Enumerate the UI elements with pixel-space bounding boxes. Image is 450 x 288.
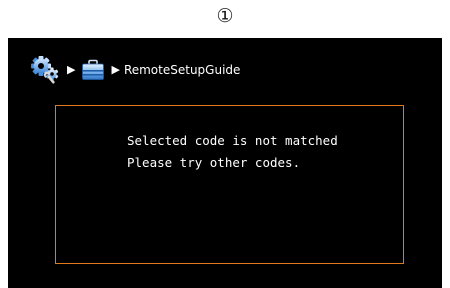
breadcrumb-arrow-icon: ▶ <box>111 63 120 76</box>
dialog-message-line-1: Selected code is not matched <box>127 133 338 148</box>
message-dialog: Selected code is not matched Please try … <box>55 105 404 264</box>
dialog-message-line-2: Please try other codes. <box>127 155 301 170</box>
tv-screen: ▶ ▶ RemoteSetupGuide Selected code is no… <box>8 38 442 288</box>
toolbox-icon <box>81 59 105 81</box>
breadcrumb-arrow-icon: ▶ <box>67 63 76 76</box>
breadcrumb-current-label: RemoteSetupGuide <box>123 63 241 77</box>
setup-gear-icon <box>30 55 60 85</box>
breadcrumb: ▶ ▶ RemoteSetupGuide <box>30 54 240 86</box>
step-number-marker: ① <box>216 5 234 27</box>
